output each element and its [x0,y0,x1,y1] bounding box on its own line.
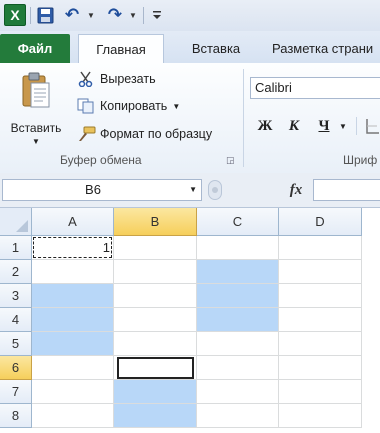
name-box-dropdown-icon[interactable]: ▼ [189,180,197,200]
underline-button[interactable]: Ч [314,115,334,137]
row-header-8[interactable]: 8 [0,404,32,428]
dialog-launcher-icon[interactable]: ◲ [226,156,235,165]
row-header-7[interactable]: 7 [0,380,32,404]
formula-input[interactable] [313,179,380,201]
cell-a3[interactable] [32,284,114,308]
redo-dropdown-icon[interactable]: ▼ [128,4,138,26]
format-painter-icon [76,126,96,142]
borders-icon[interactable] [364,115,380,137]
tab-page-layout[interactable]: Разметка страни [262,34,380,63]
cut-button[interactable]: Вырезать [76,69,156,89]
select-all-button[interactable] [0,208,32,236]
column-header-b[interactable]: B [114,208,197,236]
name-box-value: B6 [85,182,101,197]
name-box[interactable]: B6 ▼ [2,179,202,201]
cell-c8[interactable] [197,404,279,428]
row-header-4[interactable]: 4 [0,308,32,332]
cell-d4[interactable] [279,308,362,332]
cell-d5[interactable] [279,332,362,356]
cell-b4[interactable] [114,308,197,332]
cell-d6[interactable] [279,356,362,380]
tab-insert[interactable]: Вставка [176,34,256,63]
paste-button[interactable]: Вставить ▼ [4,69,68,153]
save-icon[interactable] [36,4,54,26]
column-header-c[interactable]: C [197,208,279,236]
cell-d3[interactable] [279,284,362,308]
copy-button[interactable]: Копировать ▼ [76,96,180,116]
cell-c1[interactable] [197,236,279,260]
customize-toolbar-icon[interactable] [150,4,164,26]
copy-label: Копировать [100,99,168,113]
paste-dropdown-icon[interactable]: ▼ [32,137,40,146]
cell-b7[interactable] [114,380,197,404]
select-all-icon [16,220,28,232]
cell-a7[interactable] [32,380,114,404]
qat-separator [30,7,31,24]
paste-label: Вставить [10,121,62,135]
row-header-6[interactable]: 6 [0,356,32,380]
formula-bar: B6 ▼ fx [0,173,380,208]
font-group-label: Шриф [343,153,378,167]
undo-icon[interactable]: ↶ [62,4,82,26]
italic-button[interactable]: К [284,115,304,137]
copy-icon [76,98,96,114]
cell-c6[interactable] [197,356,279,380]
tab-home[interactable]: Главная [78,34,164,63]
bold-button[interactable]: Ж [255,115,275,137]
splitter-grip-icon [212,187,218,193]
cell-a4[interactable] [32,308,114,332]
cell-b3[interactable] [114,284,197,308]
column-header-a[interactable]: A [32,208,114,236]
cell-c5[interactable] [197,332,279,356]
copy-dropdown-icon[interactable]: ▼ [172,102,180,111]
underline-dropdown-icon[interactable]: ▼ [337,115,349,137]
ribbon-home: Вставить ▼ Вырезать Копировать ▼ Формат … [0,63,380,174]
insert-function-icon[interactable]: fx [283,179,309,201]
cell-d1[interactable] [279,236,362,260]
tab-file[interactable]: Файл [0,34,70,63]
row-header-3[interactable]: 3 [0,284,32,308]
cell-c7[interactable] [197,380,279,404]
cell-d7[interactable] [279,380,362,404]
cell-b8[interactable] [114,404,197,428]
cell-b6[interactable] [114,356,197,380]
cell-d8[interactable] [279,404,362,428]
scissors-icon [76,71,96,88]
clipboard-icon [22,72,50,108]
excel-app-icon[interactable]: X [4,4,26,26]
column-header-d[interactable]: D [279,208,362,236]
cell-b2[interactable] [114,260,197,284]
cut-label: Вырезать [100,72,156,86]
cell-a1[interactable]: 1 [32,236,114,260]
quick-access-toolbar: X ↶ ▼ ↷ ▼ [0,0,380,32]
cell-b1[interactable] [114,236,197,260]
cell-a6[interactable] [32,356,114,380]
ribbon-tabs: Файл Главная Вставка Разметка страни [0,31,380,64]
ribbon-separator [356,117,357,135]
redo-icon[interactable]: ↷ [105,4,125,26]
cell-b5[interactable] [114,332,197,356]
ribbon-group-separator [243,69,244,167]
row-header-2[interactable]: 2 [0,260,32,284]
cell-c2[interactable] [197,260,279,284]
row-header-1[interactable]: 1 [0,236,32,260]
worksheet-grid[interactable]: ABCD 112345678 [0,208,380,433]
format-painter-button[interactable]: Формат по образцу [76,124,212,144]
cell-d2[interactable] [279,260,362,284]
clipboard-group-label: Буфер обмена [60,153,142,167]
cell-c3[interactable] [197,284,279,308]
undo-dropdown-icon[interactable]: ▼ [86,4,96,26]
qat-separator [143,7,144,24]
cell-a8[interactable] [32,404,114,428]
row-header-5[interactable]: 5 [0,332,32,356]
cell-c4[interactable] [197,308,279,332]
format-painter-label: Формат по образцу [100,127,213,141]
cell-a2[interactable] [32,260,114,284]
cell-a5[interactable] [32,332,114,356]
font-name-combobox[interactable]: Calibri [250,77,380,99]
app-icon-letter: X [10,7,20,23]
formula-bar-splitter[interactable] [208,180,222,200]
